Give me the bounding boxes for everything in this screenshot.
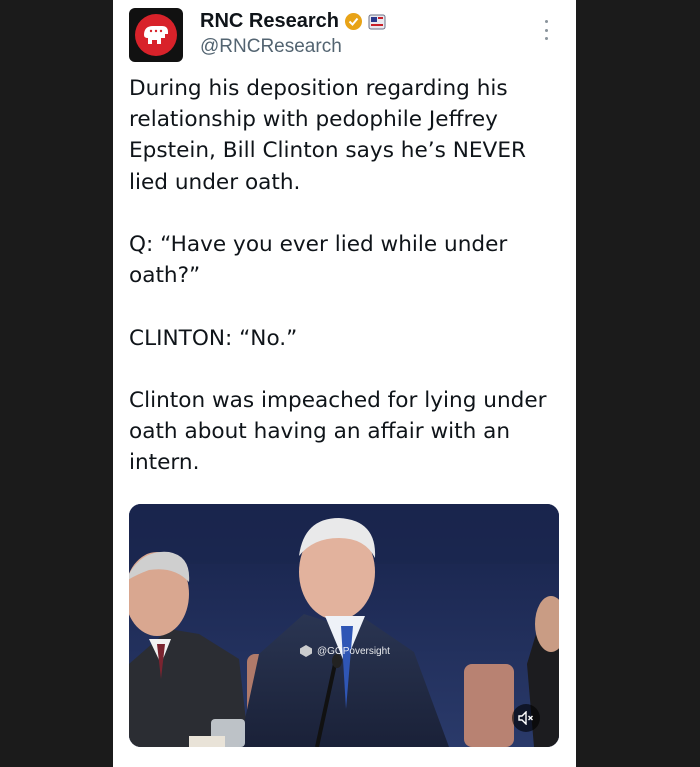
tweet-paragraph: CLINTON: “No.” xyxy=(129,325,298,351)
tweet-card: RNC Research @RNCResearch During his dep… xyxy=(113,0,576,767)
mute-button[interactable] xyxy=(512,704,540,732)
elephant-logo-icon xyxy=(144,26,168,44)
verified-badge-icon[interactable] xyxy=(344,13,362,30)
flag-icon xyxy=(368,14,386,30)
watermark: @GOPoversight xyxy=(299,644,390,658)
handle[interactable]: @RNCResearch xyxy=(200,36,342,58)
tweet-paragraph: During his deposition regarding his rela… xyxy=(129,76,526,195)
more-options-icon[interactable] xyxy=(543,20,549,40)
tweet-text: During his deposition regarding his rela… xyxy=(129,73,559,510)
video-frame xyxy=(129,504,559,747)
avatar[interactable] xyxy=(129,8,183,62)
muted-speaker-icon xyxy=(518,711,533,725)
tweet-paragraph: Clinton was impeached for lying under oa… xyxy=(129,387,547,476)
video-player[interactable]: @GOPoversight xyxy=(129,504,559,747)
oversight-logo-icon xyxy=(299,644,313,658)
watermark-text: @GOPoversight xyxy=(317,645,390,657)
tweet-paragraph: Q: “Have you ever lied while under oath?… xyxy=(129,232,508,289)
display-name[interactable]: RNC Research xyxy=(200,10,339,33)
